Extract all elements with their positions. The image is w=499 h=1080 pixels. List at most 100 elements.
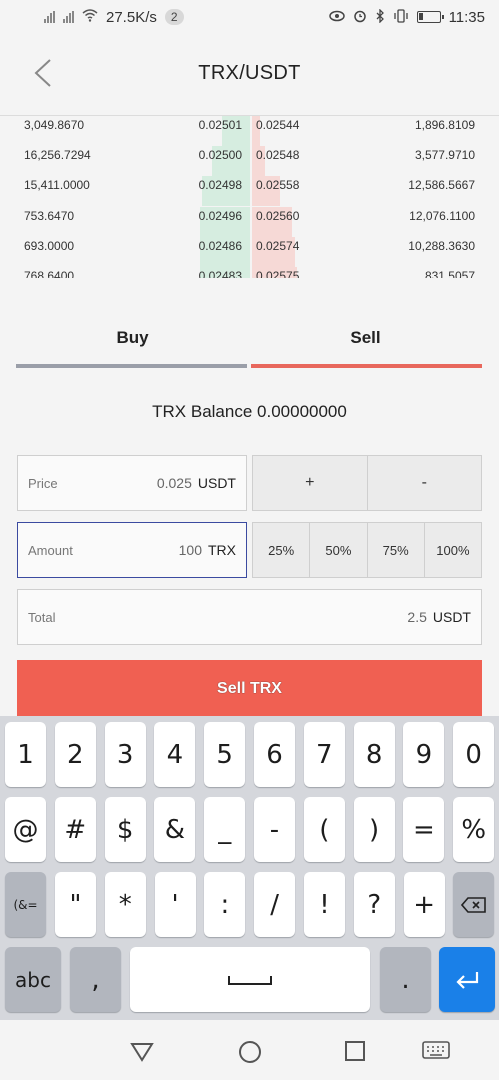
bid-quantity: 768.6400 xyxy=(24,269,75,278)
notification-count-badge: 2 xyxy=(164,9,184,25)
total-value: 2.5 xyxy=(407,609,427,625)
nav-back-button[interactable] xyxy=(130,1040,154,1067)
key-space[interactable] xyxy=(130,947,370,1012)
keyboard-key[interactable]: - xyxy=(254,797,295,862)
total-unit: USDT xyxy=(432,609,471,625)
sell-trx-button[interactable]: Sell TRX xyxy=(17,660,482,718)
nav-keyboard-button[interactable] xyxy=(422,1040,450,1067)
order-book-row: 693.0000 0.02486 0.02574 10,288.3630 xyxy=(0,237,499,267)
on-screen-keyboard: (&= abc , . 1 2 3 4 5 6 7 8 9 0 @ # $ & _ -() =% " * ': /!? + xyxy=(0,716,499,1020)
bid-price: 0.02486 xyxy=(198,239,242,253)
keyboard-key[interactable]: % xyxy=(453,797,495,862)
keyboard-key[interactable]: 3 xyxy=(104,722,146,787)
keyboard-key[interactable]: : xyxy=(204,872,246,937)
total-label: Total xyxy=(28,609,56,625)
amount-field[interactable]: Amount 100 TRX xyxy=(17,522,247,578)
order-book-row: 16,256.7294 0.02500 0.02548 3,577.9710 xyxy=(0,146,499,176)
key-symbols-toggle[interactable]: (&= xyxy=(5,872,46,937)
percent-75-button[interactable]: 75% xyxy=(368,523,425,577)
tab-sell[interactable]: Sell xyxy=(249,318,482,368)
price-field[interactable]: Price 0.025 USDT xyxy=(17,455,247,511)
triangle-back-icon xyxy=(130,1043,154,1062)
price-increase-button[interactable]: + xyxy=(253,456,368,510)
keyboard-key[interactable]: @ xyxy=(5,797,46,862)
keyboard-key[interactable]: $ xyxy=(104,797,146,862)
order-book-row: 3,049.8670 0.02501 0.02544 1,896.8109 xyxy=(0,116,499,146)
amount-value: 100 xyxy=(178,542,202,558)
key-backspace[interactable] xyxy=(453,872,494,937)
tab-sell-underline xyxy=(251,364,482,368)
keyboard-key[interactable]: 9 xyxy=(403,722,445,787)
ask-quantity: 10,288.3630 xyxy=(408,239,475,253)
keyboard-key[interactable]: * xyxy=(104,872,146,937)
nav-home-button[interactable] xyxy=(238,1040,262,1069)
price-unit: USDT xyxy=(197,475,236,491)
ask-price: 0.02548 xyxy=(256,148,300,162)
signal-icon xyxy=(44,11,55,23)
bid-quantity: 3,049.8670 xyxy=(24,118,85,132)
app-header: TRX/USDT xyxy=(0,34,499,116)
percent-100-button[interactable]: 100% xyxy=(425,523,481,577)
keyboard-key[interactable]: + xyxy=(403,872,445,937)
trx-balance: TRX Balance 0.00000000 xyxy=(152,402,347,421)
enter-arrow-icon xyxy=(456,971,479,989)
bid-quantity: 16,256.7294 xyxy=(24,148,91,162)
vibrate-icon xyxy=(393,8,409,26)
amount-label: Amount xyxy=(28,542,73,558)
keyboard-key[interactable]: 5 xyxy=(204,722,246,787)
ask-quantity: 12,076.1100 xyxy=(409,209,475,223)
ask-price: 0.02558 xyxy=(256,178,300,192)
circle-home-icon xyxy=(239,1041,261,1063)
percent-25-button[interactable]: 25% xyxy=(253,523,311,577)
battery-icon xyxy=(416,11,444,23)
clock: 11:35 xyxy=(448,8,485,26)
keyboard-key[interactable]: = xyxy=(403,797,445,862)
ask-price: 0.02575 xyxy=(256,269,300,278)
amount-unit: TRX xyxy=(208,542,236,558)
keyboard-key[interactable]: 6 xyxy=(254,722,295,787)
key-comma[interactable]: , xyxy=(70,947,121,1012)
bid-quantity: 15,411.0000 xyxy=(24,178,90,192)
bid-price: 0.02501 xyxy=(198,118,242,132)
ask-price: 0.02574 xyxy=(256,239,300,253)
space-icon xyxy=(228,975,272,985)
order-book-row: 15,411.0000 0.02498 0.02558 12,586.5667 xyxy=(0,176,499,206)
key-abc[interactable]: abc xyxy=(5,947,61,1012)
signal-icon-2 xyxy=(63,11,74,23)
key-period[interactable]: . xyxy=(380,947,431,1012)
keyboard-key[interactable]: & xyxy=(154,797,196,862)
keyboard-key[interactable]: 1 xyxy=(5,722,46,787)
keyboard-key[interactable]: 8 xyxy=(353,722,395,787)
wifi-icon xyxy=(82,9,98,25)
bluetooth-icon xyxy=(375,7,385,26)
keyboard-key[interactable]: ! xyxy=(304,872,345,937)
keyboard-key[interactable]: ' xyxy=(154,872,196,937)
tab-buy[interactable]: Buy xyxy=(16,318,249,368)
keyboard-icon xyxy=(422,1041,450,1059)
tab-buy-label: Buy xyxy=(116,328,149,347)
keyboard-key[interactable]: 0 xyxy=(453,722,495,787)
keyboard-key[interactable]: ( xyxy=(303,797,345,862)
bid-price: 0.02498 xyxy=(198,178,242,192)
order-book-row: 753.6470 0.02496 0.02560 12,076.1100 xyxy=(0,207,499,237)
keyboard-key[interactable]: ) xyxy=(353,797,395,862)
ask-quantity: 3,577.9710 xyxy=(414,148,475,162)
bid-price: 0.02496 xyxy=(198,209,242,223)
percent-50-button[interactable]: 50% xyxy=(310,523,368,577)
nav-recents-button[interactable] xyxy=(344,1040,366,1067)
keyboard-key[interactable]: / xyxy=(254,872,296,937)
square-recents-icon xyxy=(345,1041,365,1061)
bid-price: 0.02500 xyxy=(198,148,242,162)
keyboard-key[interactable]: 2 xyxy=(54,722,96,787)
keyboard-key[interactable]: " xyxy=(55,872,96,937)
price-stepper: + - xyxy=(252,455,482,511)
keyboard-key[interactable]: # xyxy=(54,797,96,862)
keyboard-key[interactable]: 7 xyxy=(303,722,345,787)
keyboard-key[interactable]: ? xyxy=(353,872,395,937)
price-decrease-button[interactable]: - xyxy=(368,456,482,510)
keyboard-key[interactable]: _ xyxy=(204,797,246,862)
order-book-row: 768.6400 0.02483 0.02575 831.5057 xyxy=(0,267,499,278)
keyboard-key[interactable]: 4 xyxy=(154,722,196,787)
key-enter[interactable] xyxy=(439,947,495,1012)
network-speed: 27.5K/s xyxy=(106,8,157,26)
